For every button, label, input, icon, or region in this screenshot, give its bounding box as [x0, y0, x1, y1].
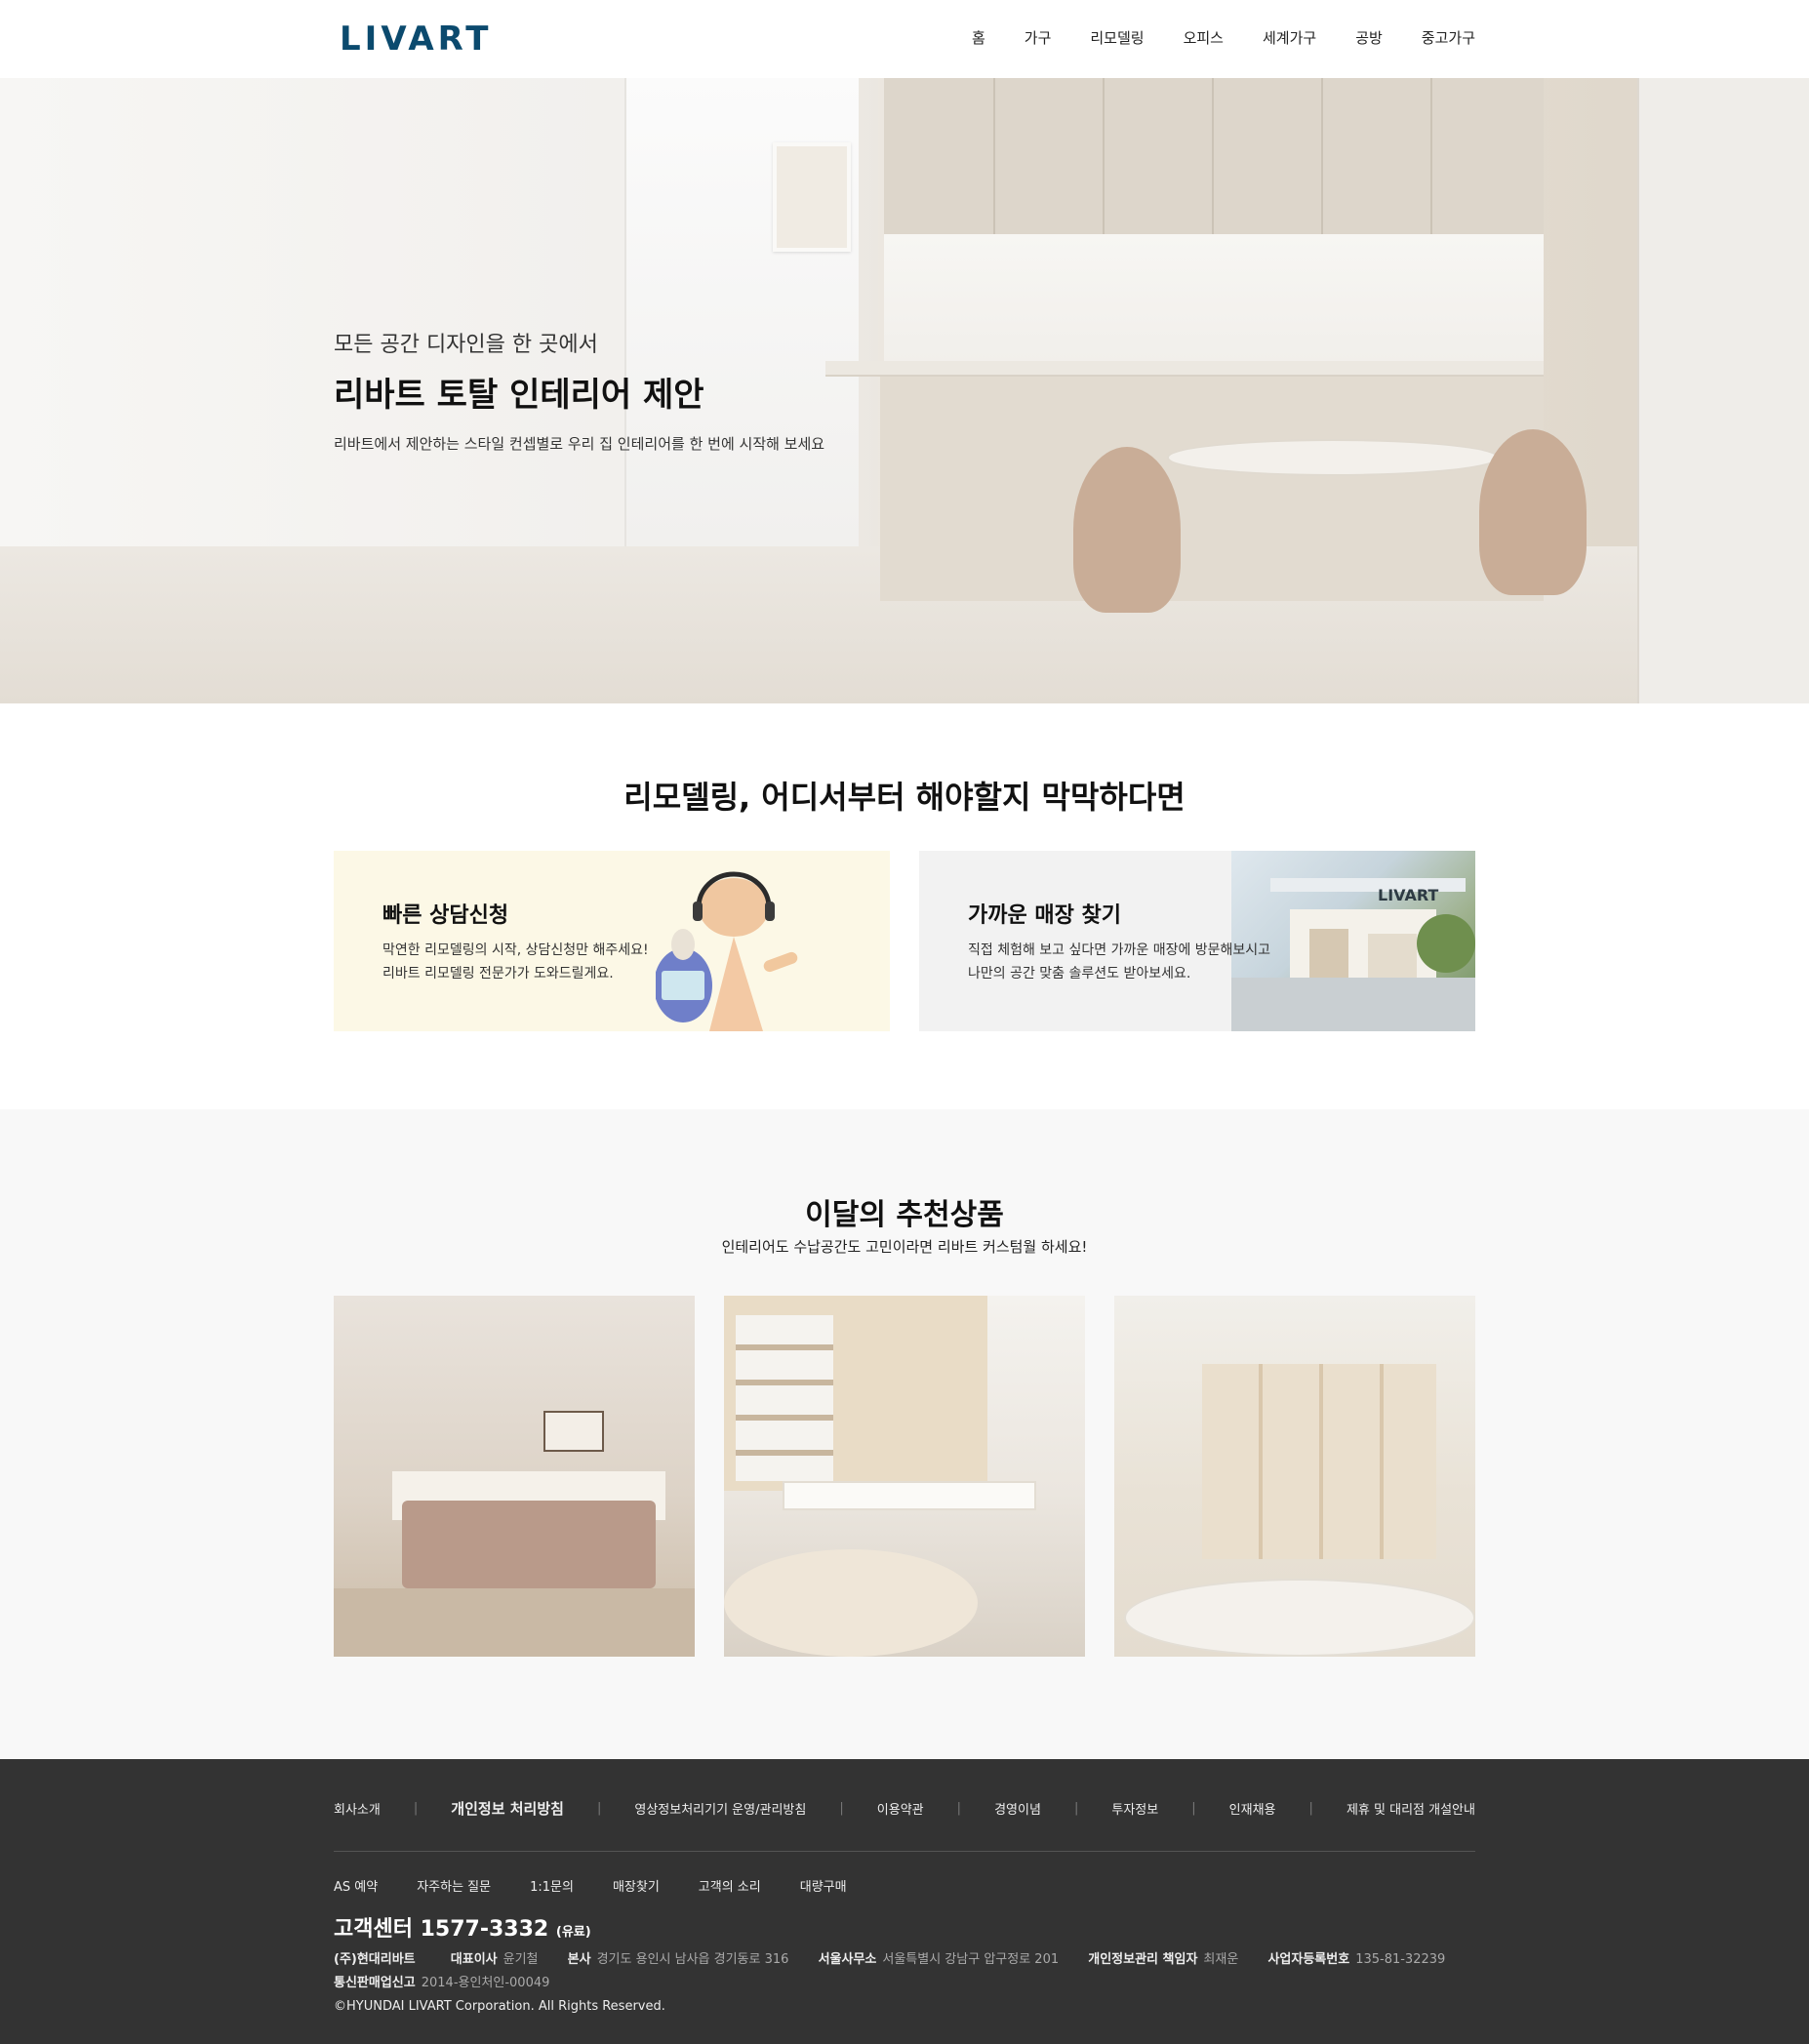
footer-link-inquiry[interactable]: 1:1문의 — [530, 1876, 574, 1895]
site-footer: 회사소개 | 개인정보 처리방침 | 영상정보처리기기 운영/관리방침 | 이용… — [0, 1759, 1809, 2044]
find-store-desc-line2: 나만의 공간 맞춤 솔루션도 받아보세요. — [968, 966, 1191, 982]
footer-divider — [334, 1851, 1475, 1852]
copyright: ©HYUNDAI LIVART Corporation. All Rights … — [334, 1999, 665, 2014]
find-store-desc-line1: 직접 체험해 보고 싶다면 가까운 매장에 방문해보시고 — [968, 942, 1271, 958]
telecom-label: 통신판매업신고 — [334, 1976, 416, 1990]
company-info: (주)현대리바트 대표이사 윤기철 본사 경기도 용인시 남사읍 경기동로 316 … — [334, 1948, 1445, 2019]
footer-link-privacy[interactable]: 개인정보 처리방침 — [451, 1798, 564, 1819]
hero-image-wall-art — [773, 142, 851, 252]
footer-link-bulk-order[interactable]: 대량구매 — [800, 1876, 847, 1895]
footer-separator: | — [413, 1801, 419, 1816]
footer-separator: | — [839, 1801, 844, 1816]
quick-consult-title: 빠른 상담신청 — [382, 903, 509, 928]
hero-subtitle: 모든 공간 디자인을 한 곳에서 — [334, 333, 598, 357]
footer-link-company[interactable]: 회사소개 — [334, 1799, 381, 1818]
privacy-officer-label: 개인정보관리 책임자 — [1088, 1952, 1198, 1967]
recommend-title: 이달의 추천상품 — [805, 1198, 1004, 1232]
customer-center-phone: 고객센터 1577-3332 — [334, 1917, 549, 1942]
privacy-officer-value: 최재운 — [1203, 1952, 1239, 1967]
find-store-text: 가까운 매장 찾기 직접 체험해 보고 싶다면 가까운 매장에 방문해보시고 나… — [968, 898, 1270, 985]
footer-separator: | — [596, 1801, 602, 1816]
hero-image-lower-cabinets — [880, 377, 1544, 601]
product-image-bed — [402, 1501, 656, 1588]
product-image-kids-table — [783, 1481, 1036, 1510]
ceo-value: 윤기철 — [502, 1952, 539, 1967]
hero-image-chair — [1073, 447, 1181, 613]
footer-separator: | — [1191, 1801, 1196, 1816]
footer-separator: | — [1308, 1801, 1313, 1816]
quick-consult-desc: 막연한 리모델링의 시작, 상담신청만 해주세요! 리바트 리모델링 전문가가 … — [382, 939, 649, 985]
footer-link-terms[interactable]: 이용약관 — [877, 1799, 924, 1818]
nav-furniture[interactable]: 가구 — [1025, 27, 1052, 48]
company-info-line2: 통신판매업신고 2014-용인처인-00049 — [334, 1972, 1445, 1995]
nav-remodeling[interactable]: 리모델링 — [1090, 27, 1144, 48]
footer-primary-links: 회사소개 | 개인정보 처리방침 | 영상정보처리기기 운영/관리방침 | 이용… — [334, 1798, 1475, 1819]
telecom-value: 2014-용인처인-00049 — [421, 1976, 550, 1990]
nav-office[interactable]: 오피스 — [1184, 27, 1224, 48]
footer-link-partnership[interactable]: 제휴 및 대리점 개설안내 — [1347, 1799, 1475, 1818]
footer-link-philosophy[interactable]: 경영이념 — [994, 1799, 1041, 1818]
product-image-round-rug — [1124, 1579, 1475, 1657]
nav-world-furniture[interactable]: 세계가구 — [1263, 27, 1316, 48]
livart-logo[interactable]: LIVART — [340, 20, 492, 59]
product-card-kids-playroom[interactable] — [724, 1296, 1085, 1657]
footer-separator: | — [956, 1801, 962, 1816]
company-info-line1: (주)현대리바트 대표이사 윤기철 본사 경기도 용인시 남사읍 경기동로 316 … — [334, 1948, 1445, 1972]
remodel-section-title: 리모델링, 어디서부터 해야할지 막막하다면 — [623, 779, 1186, 816]
seoul-office-value: 서울특별시 강남구 압구정로 201 — [882, 1952, 1060, 1967]
main-nav: 홈 가구 리모델링 오피스 세계가구 공방 중고가구 — [972, 27, 1475, 48]
hero-banner[interactable]: 모든 공간 디자인을 한 곳에서 리바트 토탈 인테리어 제안 리바트에서 제안… — [0, 78, 1809, 703]
footer-link-faq[interactable]: 자주하는 질문 — [417, 1876, 491, 1895]
footer-link-careers[interactable]: 인재채용 — [1229, 1799, 1276, 1818]
company-name: (주)현대리바트 — [334, 1952, 416, 1967]
biz-number-label: 사업자등록번호 — [1267, 1952, 1350, 1967]
product-card-kids-bookshelf[interactable] — [1114, 1296, 1475, 1657]
footer-link-customer-voice[interactable]: 고객의 소리 — [699, 1876, 761, 1895]
recommend-subtitle: 인테리어도 수납공간도 고민이라면 리바트 커스텀월 하세요! — [721, 1238, 1088, 1256]
find-store-title: 가까운 매장 찾기 — [968, 903, 1121, 928]
product-card-bedroom[interactable] — [334, 1296, 695, 1657]
footer-link-cctv-policy[interactable]: 영상정보처리기기 운영/관리방침 — [634, 1799, 806, 1818]
product-image-rug — [724, 1549, 978, 1657]
product-image-floor — [334, 1588, 695, 1657]
hero-image-upper-cabinets — [884, 78, 1544, 234]
hq-label: 본사 — [567, 1952, 591, 1967]
ceo-label: 대표이사 — [450, 1952, 498, 1967]
footer-link-find-store[interactable]: 매장찾기 — [613, 1876, 660, 1895]
hero-image-chair — [1479, 429, 1587, 595]
quick-consult-desc-line1: 막연한 리모델링의 시작, 상담신청만 해주세요! — [382, 942, 649, 958]
consultant-character-illustration — [656, 871, 798, 1031]
find-store-card[interactable]: LIVART 가까운 매장 찾기 직접 체험해 보고 싶다면 가까운 매장에 방… — [919, 851, 1475, 1031]
hero-image-table — [1167, 439, 1499, 476]
hero-copy: 모든 공간 디자인을 한 곳에서 리바트 토탈 인테리어 제안 리바트에서 제안… — [334, 327, 824, 454]
quick-consult-desc-line2: 리바트 리모델링 전문가가 도와드릴게요. — [382, 966, 614, 982]
store-sign-livart: LIVART — [1378, 886, 1438, 904]
product-image-storage-bins — [736, 1315, 833, 1481]
hero-image-tall-cabinet — [1637, 78, 1809, 703]
product-image-wall-art — [543, 1411, 604, 1452]
product-image-bookshelf — [1202, 1364, 1436, 1559]
quick-consult-text: 빠른 상담신청 막연한 리모델링의 시작, 상담신청만 해주세요! 리바트 리모… — [382, 898, 649, 985]
footer-link-investor[interactable]: 투자정보 — [1111, 1799, 1158, 1818]
hero-description: 리바트에서 제안하는 스타일 컨셉별로 우리 집 인테리어를 한 번에 시작해 … — [334, 435, 825, 453]
customer-center-note: (유료) — [555, 1925, 591, 1940]
footer-link-as-booking[interactable]: AS 예약 — [334, 1876, 378, 1895]
hero-title: 리바트 토탈 인테리어 제안 — [334, 376, 704, 415]
footer-service-links: AS 예약 자주하는 질문 1:1문의 매장찾기 고객의 소리 대량구매 — [334, 1876, 847, 1895]
hero-image-countertop — [825, 361, 1544, 377]
biz-number-value: 135-81-32239 — [1355, 1952, 1446, 1967]
footer-separator: | — [1073, 1801, 1079, 1816]
site-header: LIVART 홈 가구 리모델링 오피스 세계가구 공방 중고가구 — [0, 0, 1809, 78]
hq-value: 경기도 용인시 남사읍 경기동로 316 — [596, 1952, 789, 1967]
customer-center: 고객센터 1577-3332 (유료) — [334, 1911, 591, 1943]
quick-consult-card[interactable]: 빠른 상담신청 막연한 리모델링의 시작, 상담신청만 해주세요! 리바트 리모… — [334, 851, 890, 1031]
nav-used-furniture[interactable]: 중고가구 — [1422, 27, 1475, 48]
nav-workshop[interactable]: 공방 — [1355, 27, 1383, 48]
nav-home[interactable]: 홈 — [972, 27, 985, 48]
find-store-desc: 직접 체험해 보고 싶다면 가까운 매장에 방문해보시고 나만의 공간 맞춤 솔… — [968, 939, 1270, 985]
seoul-office-label: 서울사무소 — [818, 1952, 877, 1967]
